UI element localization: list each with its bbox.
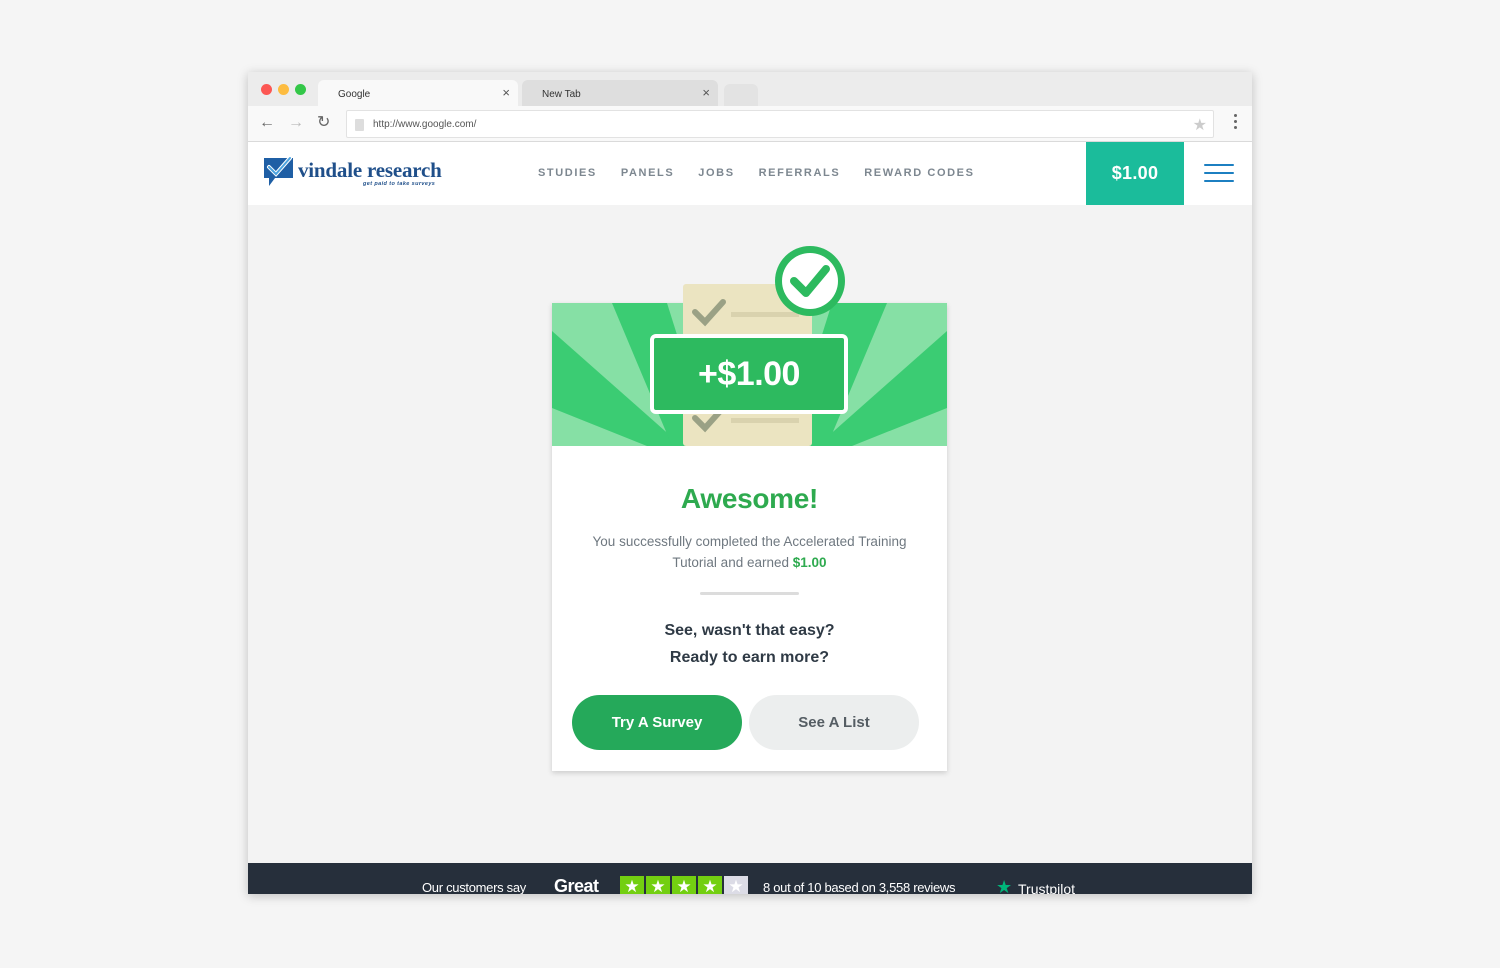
url-text[interactable]: http://www.google.com/: [373, 119, 476, 130]
divider: [700, 592, 799, 595]
address-bar[interactable]: http://www.google.com/ ★: [346, 110, 1214, 138]
star-icon: ★: [620, 876, 644, 894]
nav-studies[interactable]: STUDIES: [538, 167, 597, 179]
logo-text: vindale research: [298, 158, 442, 182]
new-tab-button[interactable]: [724, 84, 758, 106]
vindale-logo[interactable]: vindale research get paid to take survey…: [263, 154, 453, 190]
forward-arrow-icon[interactable]: →: [288, 115, 304, 131]
reward-amount: +$1.00: [698, 354, 800, 393]
reward-card: +$1.00 Awesome! You successfully complet…: [552, 246, 947, 771]
headline: Awesome!: [680, 483, 819, 514]
minimize-window-button[interactable]: [278, 84, 289, 95]
rating-score-text: 8 out of 10 based on 3,558 reviews: [763, 880, 956, 894]
nav-reward-codes[interactable]: REWARD CODES: [864, 167, 974, 179]
earned-amount: $1.00: [792, 555, 827, 570]
browser-menu-icon[interactable]: [1234, 114, 1238, 132]
main-nav: STUDIES PANELS JOBS REFERRALS REWARD COD…: [538, 167, 975, 179]
star-empty-icon: ★: [724, 876, 748, 894]
close-icon[interactable]: ×: [502, 85, 510, 100]
rating-stars: ★ ★ ★ ★ ★: [620, 876, 748, 894]
maximize-window-button[interactable]: [295, 84, 306, 95]
reward-amount-box: +$1.00: [650, 334, 848, 414]
logo-check-icon: [264, 156, 293, 186]
trustpilot-logo[interactable]: Trustpilot: [1018, 881, 1075, 894]
reward-hero: +$1.00: [552, 246, 947, 446]
star-icon: ★: [672, 876, 696, 894]
balance-badge[interactable]: $1.00: [1086, 142, 1184, 205]
trustpilot-star-icon: ★: [996, 877, 1013, 894]
completion-message: You successfully completed the Accelerat…: [572, 531, 927, 573]
trustpilot-footer: Our customers say Great ★ ★ ★ ★ ★ 8 out …: [248, 863, 1252, 894]
tab-label: New Tab: [542, 89, 581, 100]
site-header: vindale research get paid to take survey…: [248, 142, 1252, 205]
tab-label: Google: [338, 89, 371, 100]
star-icon: ★: [646, 876, 670, 894]
tab-strip: Google × New Tab ×: [248, 72, 1252, 106]
tab-google[interactable]: Google ×: [318, 80, 518, 106]
see-a-list-button[interactable]: See A List: [749, 695, 919, 750]
tab-new-tab[interactable]: New Tab ×: [522, 80, 718, 106]
nav-referrals[interactable]: REFERRALS: [759, 167, 841, 179]
browser-toolbar: ← → ↻ http://www.google.com/ ★: [248, 106, 1252, 142]
hamburger-menu-icon[interactable]: [1204, 164, 1234, 188]
logo-tagline: get paid to take surveys: [363, 181, 436, 187]
message-text: You successfully completed the Accelerat…: [592, 534, 907, 570]
browser-window: Google × New Tab × ← → ↻ http://www.goog…: [248, 72, 1252, 894]
close-window-button[interactable]: [261, 84, 272, 95]
try-a-survey-button[interactable]: Try A Survey: [572, 695, 742, 750]
reload-icon[interactable]: ↻: [317, 115, 330, 131]
customers-say-text: Our customers say: [422, 880, 526, 894]
star-icon: ★: [698, 876, 722, 894]
page-icon: [355, 119, 364, 131]
page-content: +$1.00 Awesome! You successfully complet…: [248, 205, 1252, 863]
nav-panels[interactable]: PANELS: [621, 167, 674, 179]
prompt-line: See, wasn't that easy?: [664, 622, 835, 639]
rating-word: Great: [554, 876, 599, 894]
nav-jobs[interactable]: JOBS: [698, 167, 734, 179]
close-icon[interactable]: ×: [702, 85, 710, 100]
bookmark-star-icon[interactable]: ★: [1193, 115, 1207, 135]
success-check-icon: [774, 245, 846, 317]
prompt-line: Ready to earn more?: [669, 649, 830, 666]
back-arrow-icon[interactable]: ←: [259, 115, 275, 131]
earn-more-prompt: See, wasn't that easy? Ready to earn mor…: [552, 617, 947, 671]
